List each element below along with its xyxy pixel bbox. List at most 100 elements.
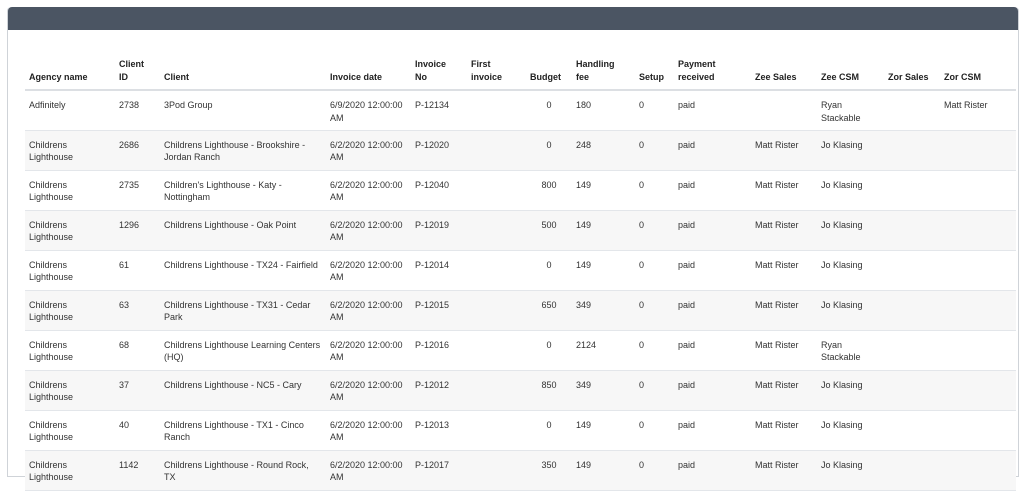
table-cell: 149 [572,250,635,291]
column-header-label: Client [119,59,145,69]
table-row[interactable]: Childrens Lighthouse 63 Childrens Lighthou… [25,290,1016,331]
table-cell: 68 [115,330,160,371]
column-header[interactable]: Zee CSM [817,52,884,91]
table-cell: paid [674,130,751,171]
table-cell [884,90,940,131]
column-header-label: Budget [530,71,561,82]
table-cell: Jo Klasing [817,410,884,451]
column-header[interactable]: Invoice No [411,52,467,91]
column-header[interactable]: Zor Sales [884,52,940,91]
table-cell [884,290,940,331]
table-cell [467,410,526,451]
column-header[interactable]: Zor CSM [940,52,1016,91]
column-header-label-line2: invoice [471,71,503,82]
table-cell: Childrens Lighthouse [25,290,115,331]
table-row[interactable]: Adfinitely 2738 3Pod Group 6/9/2020 12:00:0… [25,90,1016,131]
table-cell: P-12019 [411,210,467,251]
table-cell [884,330,940,371]
table-cell: 1296 [115,210,160,251]
table-cell: Childrens Lighthouse [25,330,115,371]
table-cell: 0 [635,170,674,211]
table-cell: 1142 [115,450,160,491]
table-cell: 6/2/2020 12:00:00 AM [326,210,411,251]
table-cell: Childrens Lighthouse - TX24 - Fairfield [160,250,326,291]
table-cell [884,170,940,211]
table-row[interactable]: Childrens Lighthouse 1142 Childrens Lighth… [25,450,1016,491]
table-row[interactable]: Childrens Lighthouse 37 Childrens Lighthou… [25,370,1016,411]
table-cell: 37 [115,370,160,411]
table-cell: Jo Klasing [817,210,884,251]
column-header[interactable]: Client ID [115,52,160,91]
table-cell: Childrens Lighthouse - NC5 - Cary [160,370,326,411]
column-header-label: Client [164,71,190,82]
column-header[interactable]: Agency name [25,52,115,91]
table-cell: Jo Klasing [817,370,884,411]
column-header-label-line2: received [678,71,715,82]
table-cell: Childrens Lighthouse [25,130,115,171]
column-header[interactable]: Budget [526,52,572,91]
table-cell: Matt Rister [751,210,817,251]
table-cell [884,370,940,411]
table-cell [884,450,940,491]
table-cell [940,130,1016,171]
table-cell: paid [674,210,751,251]
table-cell: 0 [635,130,674,171]
table-cell: 0 [635,210,674,251]
table-cell [751,90,817,131]
column-header[interactable]: First invoice [467,52,526,91]
table-cell: Matt Rister [751,250,817,291]
table-cell: paid [674,330,751,371]
invoice-panel: Agency name Client ID Client Invoice date Inv… [7,7,1019,491]
table-cell: Childrens Lighthouse [25,210,115,251]
table-cell: paid [674,250,751,291]
table-cell: Jo Klasing [817,450,884,491]
column-header[interactable]: Invoice date [326,52,411,91]
column-header-label-line2: fee [576,71,590,82]
table-cell: 149 [572,210,635,251]
table-cell: Childrens Lighthouse - TX31 - Cedar Park [160,290,326,331]
table-cell: P-12134 [411,90,467,131]
table-cell: 248 [572,130,635,171]
table-cell: P-12015 [411,290,467,331]
table-row[interactable]: Childrens Lighthouse 61 Childrens Lighthou… [25,250,1016,291]
table-cell: Childrens Lighthouse - TX1 - Cinco Ranch [160,410,326,451]
table-cell: 0 [526,250,572,291]
table-cell: P-12020 [411,130,467,171]
table-cell: 0 [526,410,572,451]
table-cell [467,170,526,211]
table-cell: Childrens Lighthouse - Oak Point [160,210,326,251]
table-cell: 650 [526,290,572,331]
column-header-label: Zee CSM [821,71,860,82]
table-cell [940,410,1016,451]
table-cell [940,210,1016,251]
table-cell [940,330,1016,371]
column-header[interactable]: Client [160,52,326,91]
table-row[interactable]: Childrens Lighthouse 2686 Childrens Lighth… [25,130,1016,171]
table-cell [884,210,940,251]
table-cell: 6/2/2020 12:00:00 AM [326,290,411,331]
column-header-label: Agency name [29,71,88,82]
column-header[interactable]: Handling fee [572,52,635,91]
column-header-label: Invoice [415,59,447,69]
table-cell: Ryan Stackable [817,90,884,131]
table-row[interactable]: Childrens Lighthouse 2735 Children's Light… [25,170,1016,211]
column-header-label: Zor Sales [888,71,929,82]
table-cell: 6/2/2020 12:00:00 AM [326,330,411,371]
column-header-label: First [471,59,491,69]
table-cell [884,130,940,171]
table-cell: paid [674,410,751,451]
column-header[interactable]: Zee Sales [751,52,817,91]
column-header[interactable]: Payment received [674,52,751,91]
table-cell: Childrens Lighthouse Learning Centers (H… [160,330,326,371]
table-cell: 149 [572,170,635,211]
table-row[interactable]: Childrens Lighthouse 40 Childrens Lighthou… [25,410,1016,451]
table-cell: P-12017 [411,450,467,491]
table-cell [940,450,1016,491]
table-row[interactable]: Childrens Lighthouse 68 Childrens Lighthou… [25,330,1016,371]
column-header[interactable]: Setup [635,52,674,91]
table-cell: paid [674,90,751,131]
table-cell: Ryan Stackable [817,330,884,371]
table-cell [467,210,526,251]
column-header-label: Zee Sales [755,71,797,82]
table-row[interactable]: Childrens Lighthouse 1296 Childrens Lighth… [25,210,1016,251]
